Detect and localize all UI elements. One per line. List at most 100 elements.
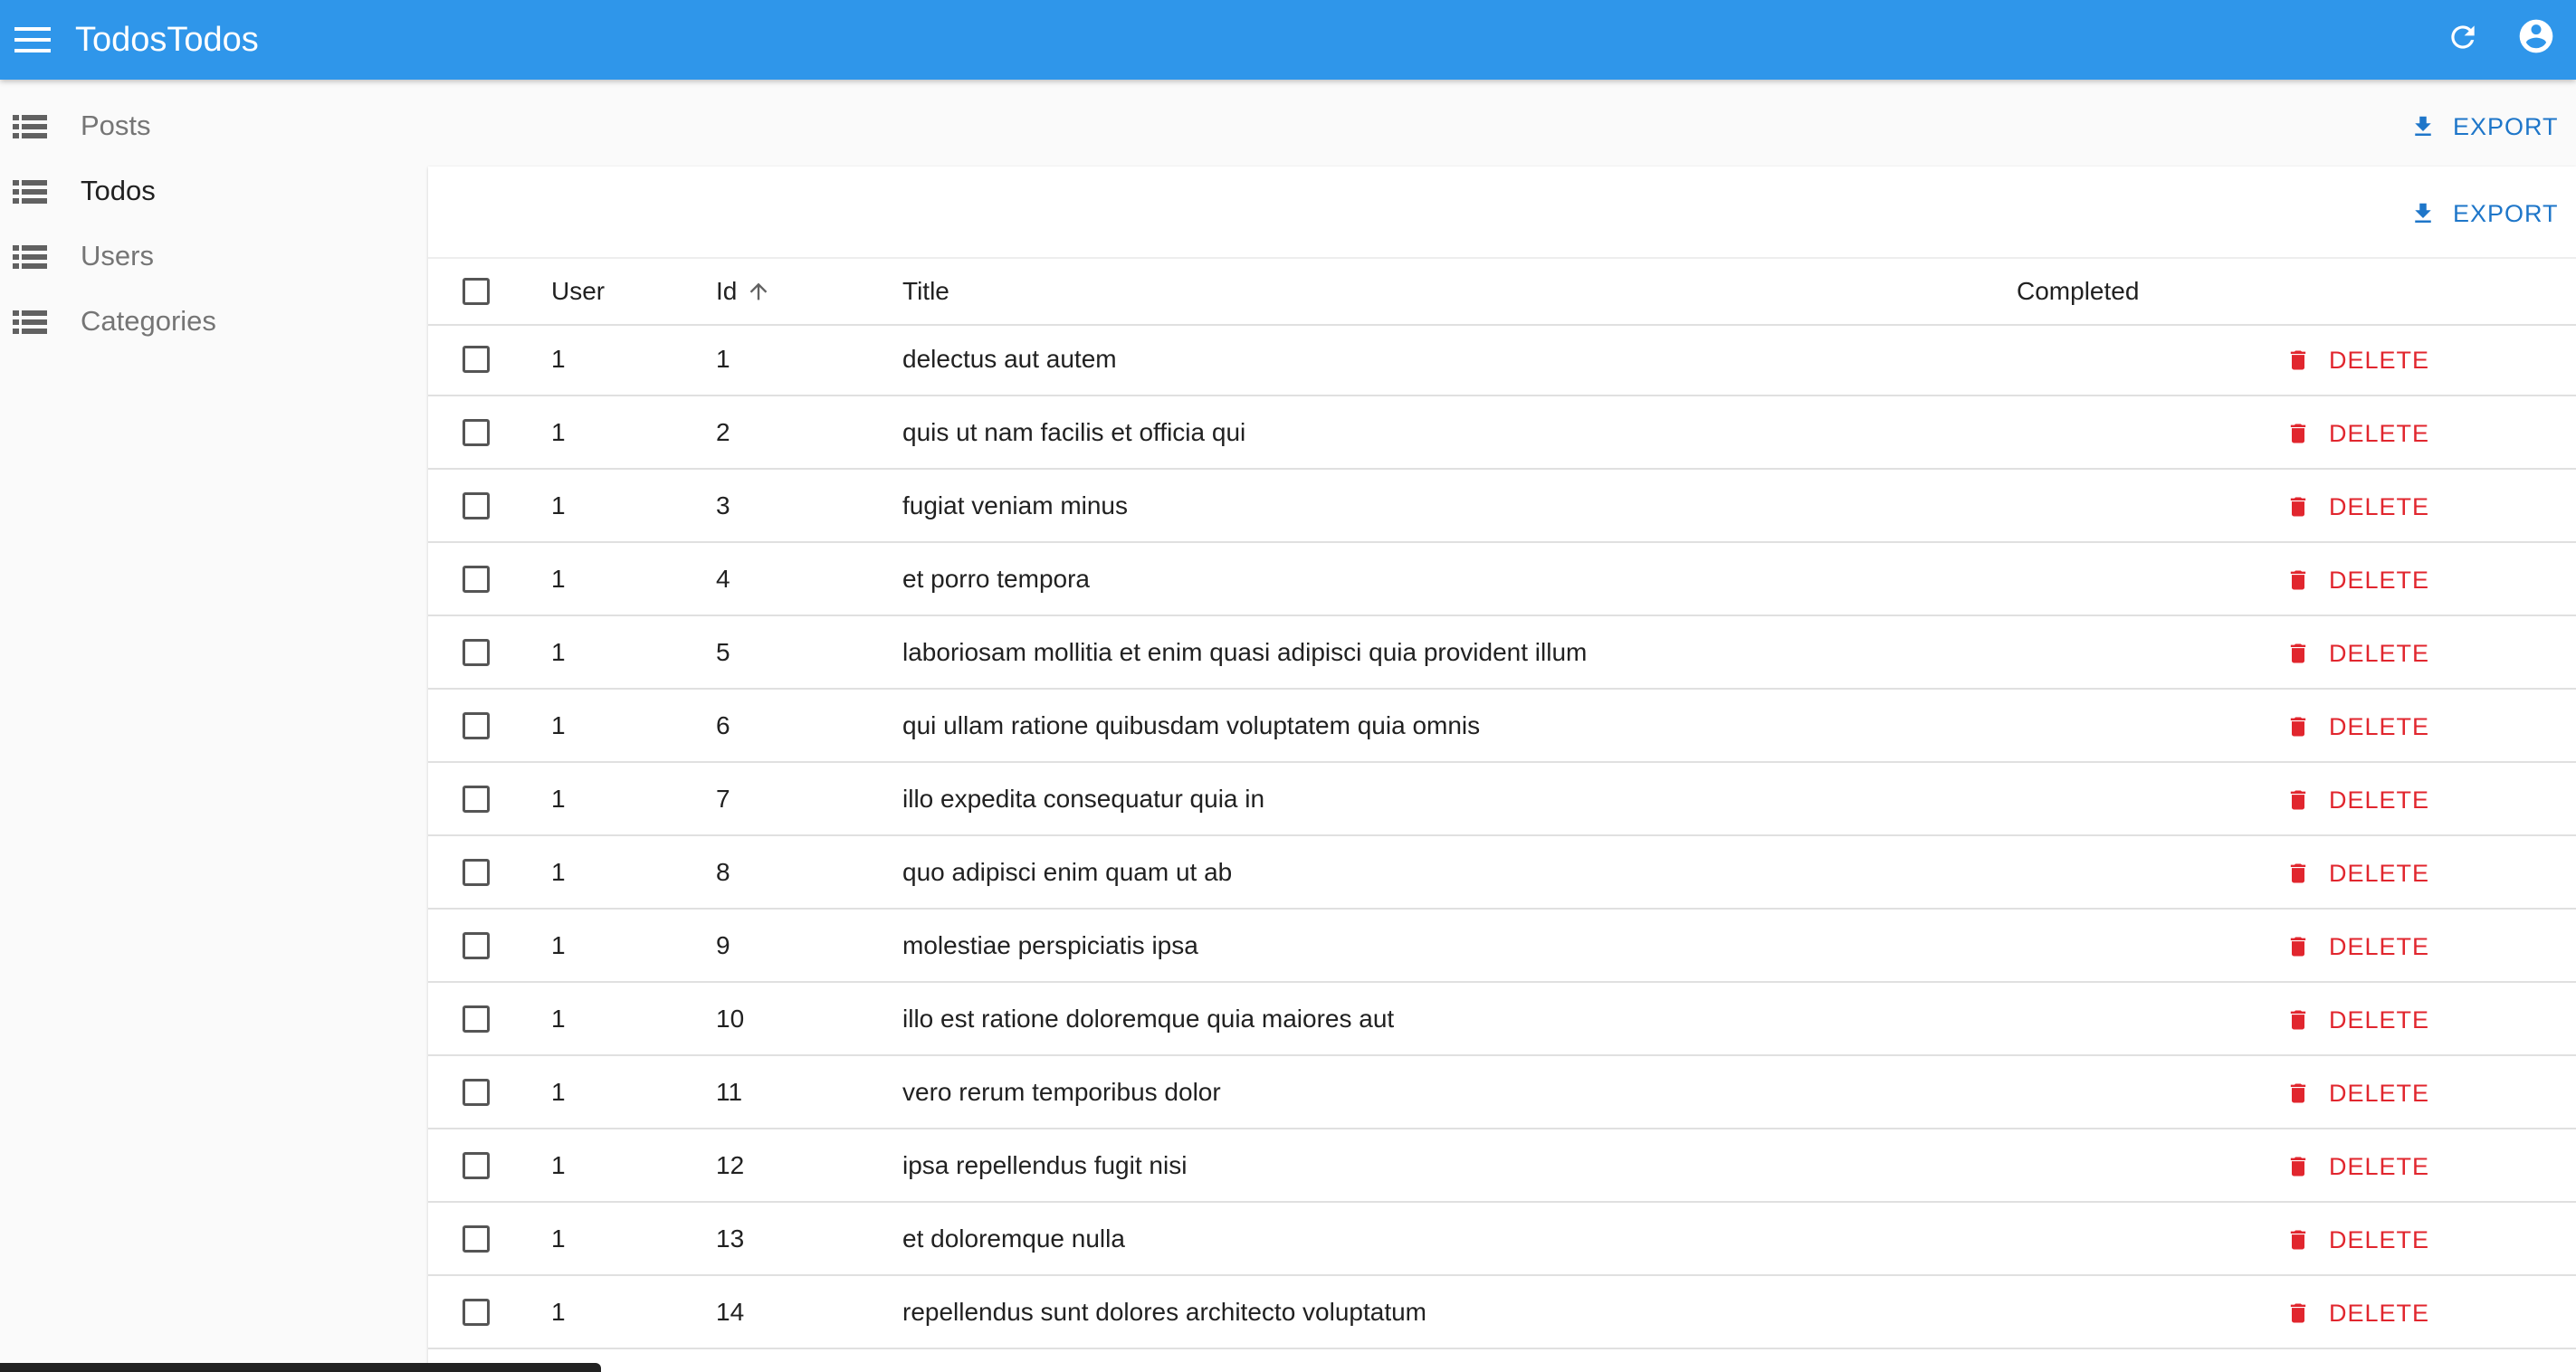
row-checkbox[interactable] xyxy=(463,1299,490,1326)
row-checkbox[interactable] xyxy=(463,492,490,519)
sidebar-item-todos[interactable]: Todos xyxy=(0,162,425,220)
export-label: EXPORT xyxy=(2453,112,2559,140)
sidebar-item-categories[interactable]: Categories xyxy=(0,292,425,350)
row-checkbox[interactable] xyxy=(463,639,490,666)
cell-id: 13 xyxy=(716,1224,745,1253)
row-checkbox[interactable] xyxy=(463,1005,490,1033)
cell-id: 6 xyxy=(716,711,730,739)
bottom-scrollbar[interactable] xyxy=(0,1363,601,1372)
trash-icon xyxy=(2285,346,2311,375)
refresh-button[interactable] xyxy=(2442,16,2484,58)
cell-id: 5 xyxy=(716,638,730,666)
trash-icon xyxy=(2285,1225,2311,1254)
column-header-id-label: Id xyxy=(716,277,738,305)
row-checkbox[interactable] xyxy=(463,932,490,959)
delete-button[interactable]: DELETE xyxy=(2285,484,2429,529)
table-row[interactable]: 1 9 molestiae perspiciatis ipsa DELETE xyxy=(428,910,2576,983)
delete-button[interactable]: DELETE xyxy=(2285,1217,2429,1262)
table-row[interactable]: 1 3 fugiat veniam minus DELETE xyxy=(428,471,2576,543)
row-checkbox[interactable] xyxy=(463,566,490,593)
delete-label: DELETE xyxy=(2329,1079,2430,1107)
trash-icon xyxy=(2285,786,2311,815)
trash-icon xyxy=(2285,932,2311,961)
cell-title: qui ullam ratione quibusdam voluptatem q… xyxy=(902,711,1481,739)
column-header-title[interactable]: Title xyxy=(902,259,949,324)
cell-user: 1 xyxy=(551,1005,566,1033)
account-button[interactable] xyxy=(2514,14,2559,59)
delete-label: DELETE xyxy=(2329,932,2430,960)
cell-user: 1 xyxy=(551,1078,566,1106)
cell-user: 1 xyxy=(551,1298,566,1326)
list-icon xyxy=(13,245,47,269)
cell-user: 1 xyxy=(551,345,566,373)
select-all-checkbox[interactable] xyxy=(463,278,490,305)
table-row[interactable]: 1 4 et porro tempora DELETE xyxy=(428,544,2576,616)
delete-button[interactable]: DELETE xyxy=(2285,1291,2429,1336)
column-header-id[interactable]: Id xyxy=(716,259,771,324)
export-label: EXPORT xyxy=(2453,199,2559,227)
trash-icon xyxy=(2285,566,2311,595)
sidebar-item-posts[interactable]: Posts xyxy=(0,97,425,155)
delete-button[interactable]: DELETE xyxy=(2285,1071,2429,1116)
table-row[interactable]: 1 7 illo expedita consequatur quia in DELET… xyxy=(428,764,2576,836)
sidebar-item-users[interactable]: Users xyxy=(0,227,425,285)
table-row[interactable]: 1 12 ipsa repellendus fugit nisi DELETE xyxy=(428,1130,2576,1203)
row-checkbox[interactable] xyxy=(463,1225,490,1253)
table-row[interactable]: 1 13 et doloremque nulla DELETE xyxy=(428,1204,2576,1276)
delete-button[interactable]: DELETE xyxy=(2285,411,2429,456)
delete-label: DELETE xyxy=(2329,859,2430,887)
cell-id: 14 xyxy=(716,1298,745,1326)
row-checkbox[interactable] xyxy=(463,786,490,813)
delete-button[interactable]: DELETE xyxy=(2285,777,2429,823)
cell-user: 1 xyxy=(551,785,566,813)
table-header: User Id Title Completed xyxy=(428,257,2576,326)
table-row[interactable]: 1 5 laboriosam mollitia et enim quasi adip… xyxy=(428,617,2576,690)
row-checkbox[interactable] xyxy=(463,419,490,446)
table-row[interactable]: 1 8 quo adipisci enim quam ut ab DELETE xyxy=(428,837,2576,910)
column-header-user[interactable]: User xyxy=(551,259,605,324)
delete-button[interactable]: DELETE xyxy=(2285,924,2429,969)
sidebar-item-label: Users xyxy=(81,240,154,272)
cell-id: 10 xyxy=(716,1005,745,1033)
cell-user: 1 xyxy=(551,491,566,519)
row-checkbox[interactable] xyxy=(463,1152,490,1179)
cell-user: 1 xyxy=(551,931,566,959)
cell-user: 1 xyxy=(551,638,566,666)
card-export-button[interactable]: EXPORT xyxy=(2409,191,2559,236)
cell-title: molestiae perspiciatis ipsa xyxy=(902,931,1198,959)
table-row[interactable]: 1 10 illo est ratione doloremque quia maio… xyxy=(428,984,2576,1056)
row-checkbox[interactable] xyxy=(463,859,490,886)
row-checkbox[interactable] xyxy=(463,712,490,739)
table-row[interactable]: 1 2 quis ut nam facilis et officia qui DELE… xyxy=(428,397,2576,470)
table-row[interactable]: 1 14 repellendus sunt dolores architecto v… xyxy=(428,1277,2576,1349)
cell-title: quo adipisci enim quam ut ab xyxy=(902,858,1233,886)
cell-title: quis ut nam facilis et officia qui xyxy=(902,418,1246,446)
cell-user: 1 xyxy=(551,418,566,446)
table-row[interactable]: 1 1 delectus aut autem DELETE xyxy=(428,324,2576,396)
sidebar-item-label: Todos xyxy=(81,175,156,206)
table-row[interactable]: 1 11 vero rerum temporibus dolor DELETE xyxy=(428,1057,2576,1129)
row-checkbox[interactable] xyxy=(463,346,490,373)
sidebar: Posts Todos Users Categories xyxy=(0,80,425,1372)
trash-icon xyxy=(2285,1299,2311,1328)
delete-button[interactable]: DELETE xyxy=(2285,1144,2429,1189)
delete-label: DELETE xyxy=(2329,566,2430,594)
delete-button[interactable]: DELETE xyxy=(2285,851,2429,896)
delete-button[interactable]: DELETE xyxy=(2285,704,2429,749)
column-header-completed[interactable]: Completed xyxy=(2017,259,2139,324)
delete-button[interactable]: DELETE xyxy=(2285,997,2429,1043)
menu-button[interactable] xyxy=(12,19,53,61)
cell-title: fugiat veniam minus xyxy=(902,491,1129,519)
cell-title: laboriosam mollitia et enim quasi adipis… xyxy=(902,638,1588,666)
cell-id: 2 xyxy=(716,418,730,446)
account-circle-icon xyxy=(2516,16,2556,56)
delete-button[interactable]: DELETE xyxy=(2285,631,2429,676)
row-checkbox[interactable] xyxy=(463,1079,490,1106)
delete-button[interactable]: DELETE xyxy=(2285,338,2429,383)
delete-button[interactable]: DELETE xyxy=(2285,557,2429,603)
trash-icon xyxy=(2285,1005,2311,1034)
export-button[interactable]: EXPORT xyxy=(2409,104,2559,149)
app-title: TodosTodos xyxy=(75,21,259,59)
delete-label: DELETE xyxy=(2329,492,2430,520)
table-row[interactable]: 1 6 qui ullam ratione quibusdam voluptatem… xyxy=(428,691,2576,763)
